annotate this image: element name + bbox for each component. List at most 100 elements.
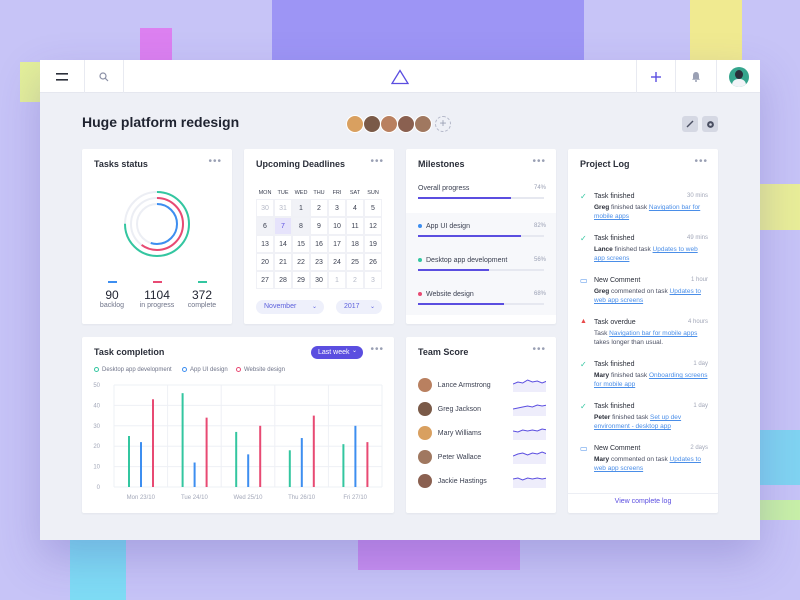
avatar (418, 402, 432, 416)
view-complete-log-link[interactable]: View complete log (568, 498, 718, 505)
period-value: Last week (318, 349, 350, 356)
weekday-label: TUE (277, 190, 289, 196)
team-member[interactable]: Jackie Hastings (418, 469, 547, 493)
calendar-day[interactable]: 30 (256, 199, 274, 217)
add-button[interactable] (637, 60, 675, 93)
milestone-label: Overall progress (418, 185, 470, 192)
calendar-day[interactable]: 25 (346, 253, 364, 271)
avatar[interactable] (363, 115, 381, 133)
calendar-day[interactable]: 13 (256, 235, 274, 253)
more-icon[interactable]: ••• (370, 156, 384, 167)
add-member-button[interactable]: + (435, 116, 451, 132)
bar-1-4[interactable] (354, 425, 357, 487)
bar-0-2[interactable] (235, 431, 238, 487)
bar-2-0[interactable] (152, 399, 154, 487)
calendar-day[interactable]: 12 (364, 217, 382, 235)
triangle-logo-icon (391, 68, 409, 84)
calendar-day[interactable]: 8 (292, 217, 310, 235)
calendar-day[interactable]: 17 (328, 235, 346, 253)
calendar-day[interactable]: 2 (346, 271, 364, 289)
legend-item: Website design (236, 367, 285, 373)
calendar-day[interactable]: 3 (364, 271, 382, 289)
log-task-link[interactable]: Navigation bar for mobile apps (609, 330, 697, 337)
calendar-day[interactable]: 9 (310, 217, 328, 235)
milestone-item[interactable]: App UI design 82% (406, 217, 556, 251)
y-tick-label: 50 (93, 383, 100, 389)
bar-2-1[interactable] (205, 417, 208, 487)
calendar-day[interactable]: 22 (292, 253, 310, 271)
bar-1-3[interactable] (300, 438, 303, 487)
logo[interactable] (380, 60, 420, 93)
calendar-day[interactable]: 24 (328, 253, 346, 271)
calendar-day[interactable]: 5 (364, 199, 382, 217)
calendar-day[interactable]: 26 (364, 253, 382, 271)
team-member[interactable]: Lance Armstrong (418, 373, 547, 397)
milestone-overall[interactable]: Overall progress 74% (406, 179, 556, 213)
year-select[interactable]: 2017 ⌄ (336, 300, 382, 314)
more-icon[interactable]: ••• (532, 344, 546, 355)
score-sparkline (512, 451, 547, 464)
calendar-day[interactable]: 4 (346, 199, 364, 217)
calendar-day[interactable]: 31 (274, 199, 292, 217)
calendar-day[interactable]: 6 (256, 217, 274, 235)
calendar-day[interactable]: 29 (292, 271, 310, 289)
calendar-day[interactable]: 3 (328, 199, 346, 217)
user-menu[interactable] (717, 60, 760, 93)
more-icon[interactable]: ••• (370, 344, 384, 355)
calendar-day[interactable]: 11 (346, 217, 364, 235)
calendar-day[interactable]: 28 (274, 271, 292, 289)
calendar-day[interactable]: 10 (328, 217, 346, 235)
milestone-percent: 82% (533, 223, 546, 229)
avatar[interactable] (414, 115, 432, 133)
search-button[interactable] (85, 60, 123, 93)
period-select[interactable]: Last week ⌄ (311, 346, 363, 359)
calendar-day[interactable]: 23 (310, 253, 328, 271)
calendar-day[interactable]: 30 (310, 271, 328, 289)
calendar-day[interactable]: 2 (310, 199, 328, 217)
milestone-item[interactable]: Desktop app development 56% (406, 251, 556, 285)
calendar-day[interactable]: 18 (346, 235, 364, 253)
log-time: 2 days (690, 445, 708, 451)
calendar-day[interactable]: 21 (274, 253, 292, 271)
calendar-day[interactable]: 14 (274, 235, 292, 253)
calendar-day[interactable]: 1 (328, 271, 346, 289)
bar-0-0[interactable] (128, 436, 130, 487)
calendar-day[interactable]: 15 (292, 235, 310, 253)
bar-2-4[interactable] (366, 442, 369, 487)
bar-0-1[interactable] (181, 393, 184, 487)
menu-button[interactable] (40, 60, 84, 93)
more-icon[interactable]: ••• (694, 156, 708, 167)
bar-0-3[interactable] (288, 450, 291, 487)
legend-label: App UI design (190, 367, 228, 374)
log-title: Task finished (594, 403, 635, 410)
calendar-day[interactable]: 20 (256, 253, 274, 271)
weekday-label: SAT (349, 190, 361, 196)
team-member[interactable]: Mary Williams (418, 421, 547, 445)
calendar-day[interactable]: 7 (274, 217, 292, 235)
weekday-label: SUN (367, 190, 379, 196)
month-select[interactable]: November ⌄ (256, 300, 324, 314)
member-name: Mary Williams (437, 429, 482, 437)
avatar[interactable] (346, 115, 364, 133)
bar-2-2[interactable] (259, 425, 262, 487)
bar-2-3[interactable] (312, 415, 315, 487)
settings-button[interactable] (702, 116, 718, 132)
calendar-day[interactable]: 27 (256, 271, 274, 289)
bar-0-4[interactable] (342, 444, 345, 487)
calendar-day[interactable]: 16 (310, 235, 328, 253)
edit-button[interactable] (682, 116, 698, 132)
bar-1-1[interactable] (193, 462, 196, 487)
avatar[interactable] (397, 115, 415, 133)
score-sparkline (512, 428, 547, 440)
notifications-button[interactable] (676, 60, 716, 93)
milestone-item[interactable]: Website design 68% (406, 285, 556, 319)
avatar[interactable] (380, 115, 398, 133)
more-icon[interactable]: ••• (532, 156, 546, 167)
calendar-day[interactable]: 19 (364, 235, 382, 253)
team-member[interactable]: Greg Jackson (418, 397, 547, 421)
team-member[interactable]: Peter Wallace (418, 445, 547, 469)
calendar-day[interactable]: 1 (292, 199, 310, 217)
bar-1-0[interactable] (140, 442, 142, 487)
more-icon[interactable]: ••• (208, 156, 222, 167)
bar-1-2[interactable] (247, 454, 250, 487)
